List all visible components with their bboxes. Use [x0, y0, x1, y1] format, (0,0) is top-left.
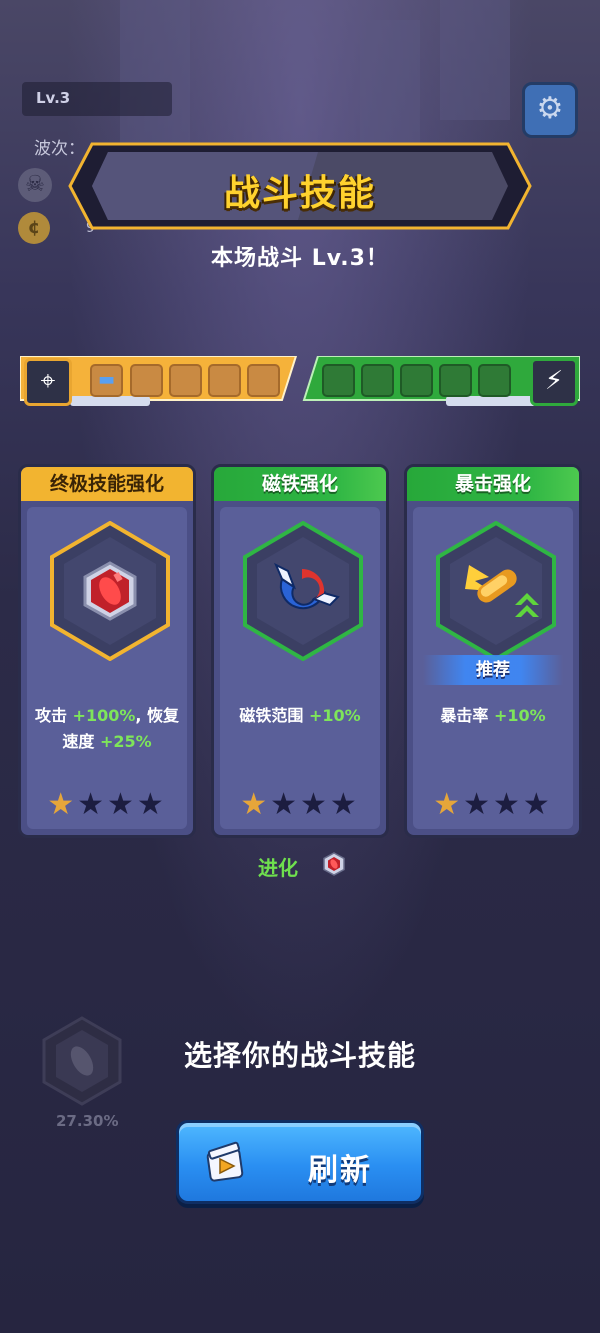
banner-title: 战斗技能 [223, 173, 376, 214]
skill-card-ultimate[interactable]: 终极技能强化 攻击 +100%, 恢复 速度 +25% ★★★★ [18, 464, 196, 838]
level-indicator: Lv.3 [22, 82, 172, 116]
passive-slot [322, 364, 355, 397]
bomb-badge-icon [323, 852, 345, 876]
passive-slot [400, 364, 433, 397]
star-empty-icon: ★ [107, 787, 137, 822]
card-body: 推荐 暴击率 +10% ★★★★ [413, 507, 573, 829]
card-description: 暴击率 +10% [417, 703, 569, 729]
bg-building [360, 20, 420, 160]
weapon-slot-bar: ⌖ ▬ [20, 356, 300, 408]
star-filled-icon: ★ [240, 787, 271, 822]
crosshair-icon: ⌖ [40, 366, 56, 396]
passive-slot [361, 364, 394, 397]
card-body: 攻击 +100%, 恢复 速度 +25% ★★★★ [27, 507, 187, 829]
refresh-button[interactable]: 刷新 [176, 1120, 424, 1204]
card-body: 磁铁范围 +10% ★★★★ [220, 507, 380, 829]
card-description: 磁铁范围 +10% [224, 703, 376, 729]
desc-text: , 恢复 [135, 706, 180, 725]
star-rating: ★★★★ [413, 787, 573, 822]
hex-frame [436, 521, 556, 661]
tank-icon: ▬ [97, 369, 115, 390]
battle-level-subtitle: 本场战斗 Lv.3！ [211, 246, 389, 271]
weapon-slot-filled: ▬ [90, 364, 123, 397]
bg-building [440, 0, 510, 120]
desc-text: 攻击 [34, 706, 73, 725]
star-empty-icon: ★ [270, 787, 300, 822]
passive-slot [478, 364, 511, 397]
video-ad-icon [206, 1141, 244, 1182]
weapon-slot [169, 364, 202, 397]
refresh-label: 刷新 [308, 1153, 372, 1188]
hex-frame [50, 521, 170, 661]
star-filled-icon: ★ [47, 787, 78, 822]
star-empty-icon: ★ [77, 787, 107, 822]
desc-text: 磁铁范围 [239, 706, 309, 725]
passive-slot-bar: ⚡ [300, 356, 580, 408]
desc-text: 暴击率 [440, 706, 494, 725]
desc-value: +25% [99, 732, 152, 751]
skull-icon: ☠ [18, 168, 52, 202]
star-empty-icon: ★ [329, 787, 360, 822]
evolve-label: 进化 [258, 856, 298, 880]
card-description: 攻击 +100%, 恢复 速度 +25% [31, 703, 183, 755]
weapon-slot [208, 364, 241, 397]
desc-text: 速度 [62, 732, 100, 751]
ult-charge-percent: 27.30% [56, 1112, 119, 1130]
star-empty-icon: ★ [463, 787, 493, 822]
choose-skill-prompt: 选择你的战斗技能 [183, 1039, 416, 1072]
bg-building [120, 0, 190, 150]
desc-value: +100% [72, 706, 136, 725]
star-empty-icon: ★ [493, 787, 523, 822]
star-filled-icon: ★ [433, 787, 464, 822]
skill-card-crit[interactable]: 暴击强化 推荐 暴击率 +10% ★★★★ [404, 464, 582, 838]
star-empty-icon: ★ [136, 787, 167, 822]
passive-slot-icon-box: ⚡ [530, 358, 578, 406]
slot-bar-underline [70, 396, 150, 406]
settings-button[interactable]: ⚙ [522, 82, 578, 138]
card-header: 磁铁强化 [214, 467, 386, 501]
weapon-slot-icon-box: ⌖ [24, 358, 72, 406]
star-rating: ★★★★ [27, 787, 187, 822]
card-header: 终极技能强化 [21, 467, 193, 501]
recommend-badge: 推荐 [423, 655, 563, 685]
star-empty-icon: ★ [300, 787, 330, 822]
skill-card-magnet[interactable]: 磁铁强化 磁铁范围 +10% ★★★★ [211, 464, 389, 838]
card-header: 暴击强化 [407, 467, 579, 501]
weapon-slot [130, 364, 163, 397]
star-rating: ★★★★ [220, 787, 380, 822]
desc-value: +10% [308, 706, 361, 725]
desc-value: +10% [493, 706, 546, 725]
star-empty-icon: ★ [522, 787, 553, 822]
title-banner: 战斗技能 [68, 142, 532, 230]
hex-frame [243, 521, 363, 661]
gear-icon: ⚙ [536, 91, 564, 126]
slot-bar-underline [446, 396, 536, 406]
lightning-icon: ⚡ [544, 366, 564, 396]
weapon-slot [247, 364, 280, 397]
passive-slot [439, 364, 472, 397]
